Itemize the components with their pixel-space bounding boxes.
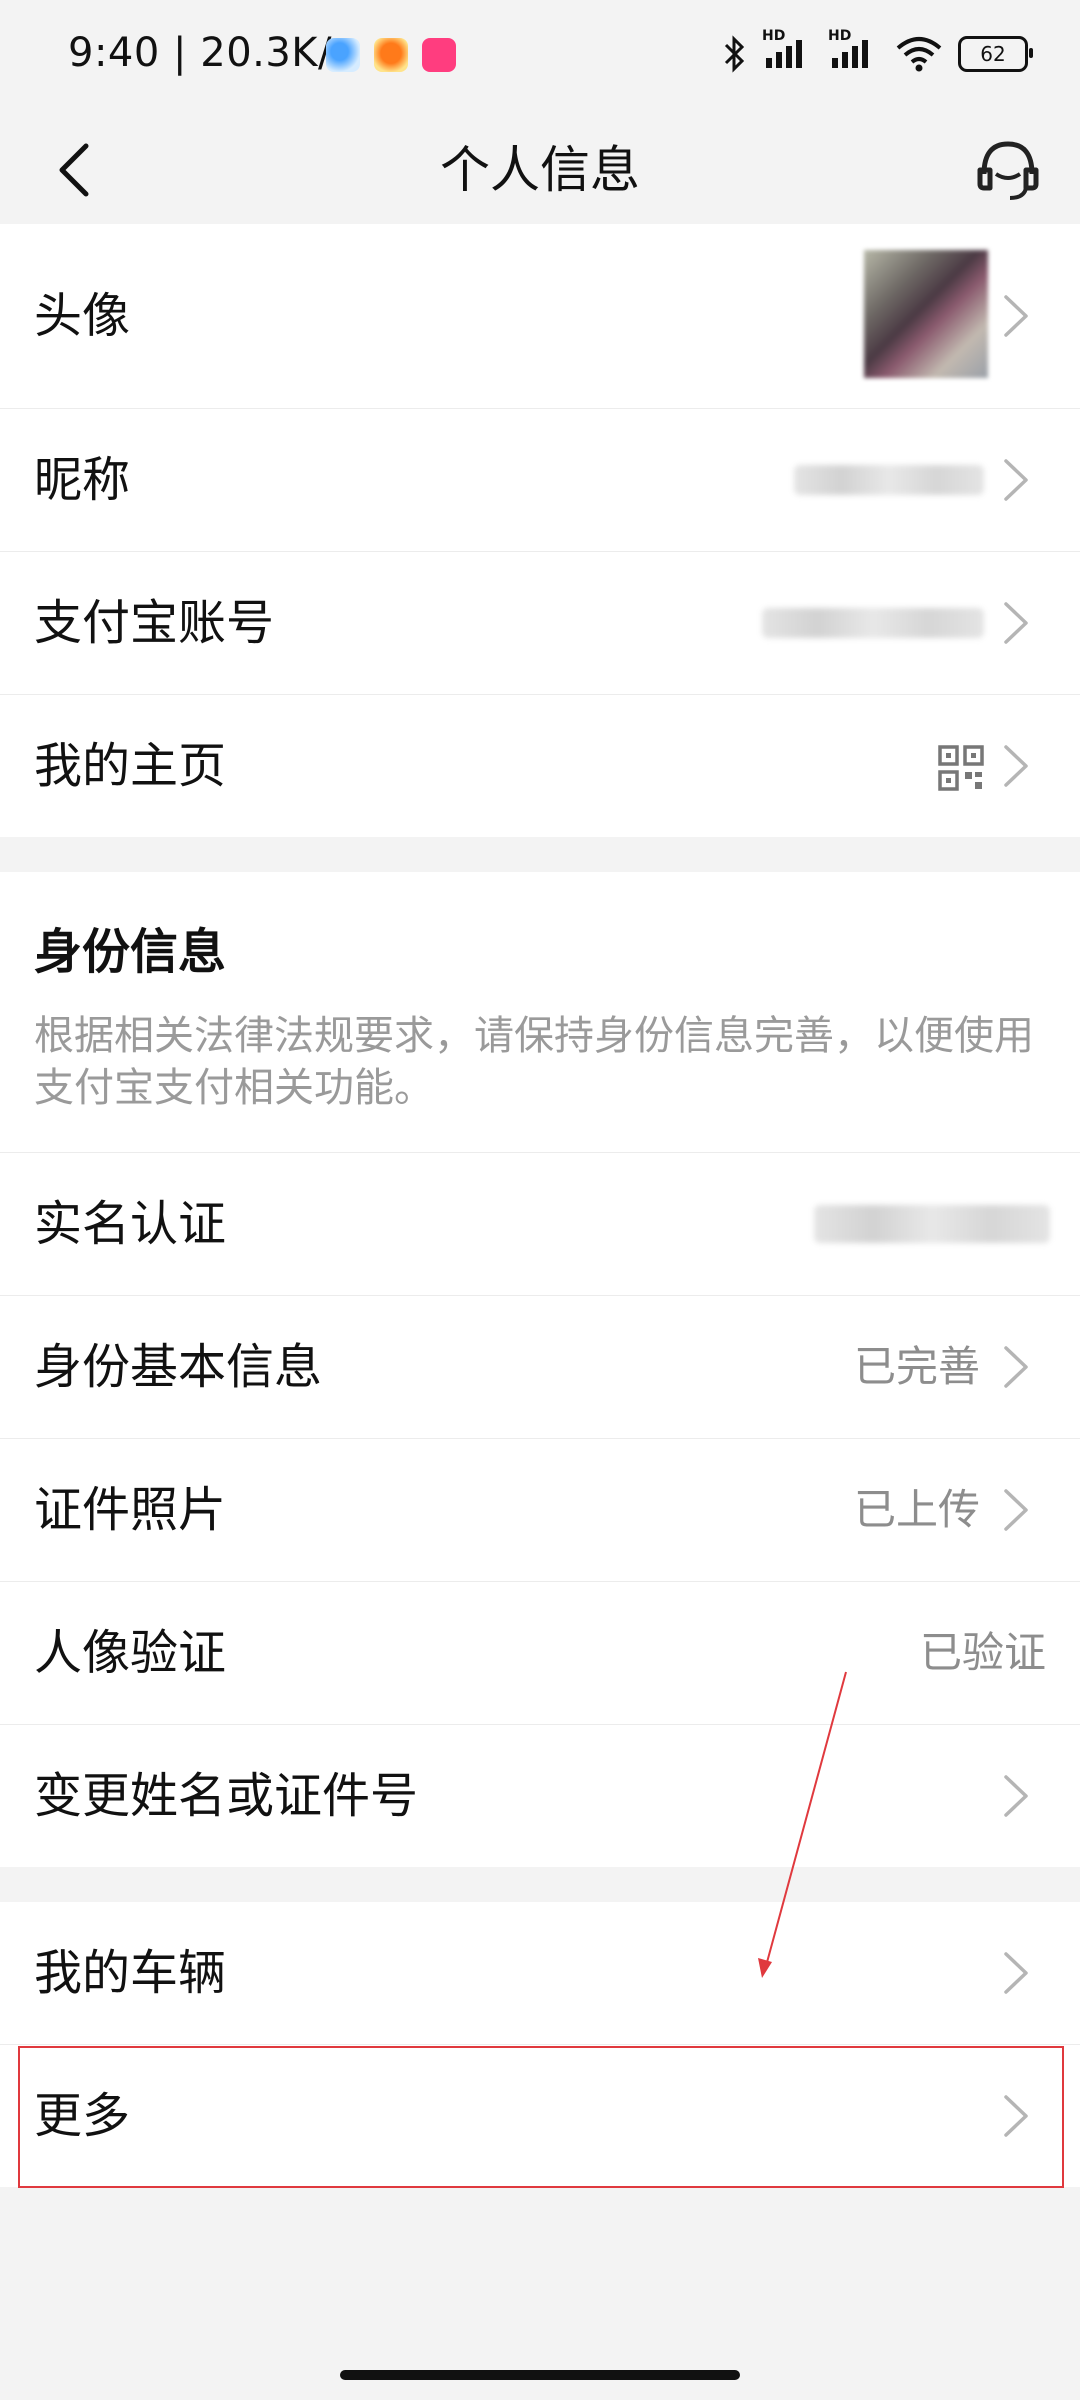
row-label: 头像 — [34, 288, 131, 344]
chevron-right-icon — [1004, 602, 1028, 644]
battery-level: 62 — [980, 42, 1006, 66]
battery-icon: 62 — [958, 36, 1033, 72]
nickname-value-blurred — [794, 465, 984, 495]
chevron-right-icon — [1004, 1489, 1028, 1531]
change-name-or-id-row[interactable]: 变更姓名或证件号 — [0, 1725, 1080, 1867]
my-vehicles-row[interactable]: 我的车辆 — [0, 1902, 1080, 2045]
row-label: 身份基本信息 — [34, 1339, 323, 1395]
row-label: 变更姓名或证件号 — [34, 1768, 419, 1824]
row-label: 实名认证 — [34, 1196, 227, 1252]
qr-code-icon — [938, 745, 984, 791]
identity-header: 身份信息 根据相关法律法规要求，请保持身份信息完善，以便使用支付宝支付相关功能。 — [0, 872, 1080, 1153]
home-indicator[interactable] — [340, 2370, 740, 2380]
annotation-highlight-box — [18, 2046, 1064, 2188]
identity-group: 身份信息 根据相关法律法规要求，请保持身份信息完善，以便使用支付宝支付相关功能。… — [0, 872, 1080, 1867]
row-value: 已完善 — [853, 1342, 980, 1391]
chevron-right-icon — [1004, 459, 1028, 501]
bluetooth-icon — [724, 35, 745, 73]
avatar-row[interactable]: 头像 — [0, 224, 1080, 409]
homepage-row[interactable]: 我的主页 — [0, 695, 1080, 837]
profile-group: 头像 昵称 支付宝账号 我的主页 — [0, 224, 1080, 837]
nickname-row[interactable]: 昵称 — [0, 409, 1080, 552]
section-description: 根据相关法律法规要求，请保持身份信息完善，以便使用支付宝支付相关功能。 — [34, 1013, 1034, 1111]
row-value: 已验证 — [919, 1628, 1046, 1677]
nav-bar: 个人信息 — [0, 116, 1080, 224]
chevron-right-icon — [1004, 1952, 1028, 1994]
status-app-icons — [326, 38, 456, 72]
app-notification-icon — [422, 38, 456, 72]
row-label: 我的主页 — [34, 738, 227, 794]
row-label: 我的车辆 — [34, 1945, 227, 2001]
row-label: 证件照片 — [34, 1482, 227, 1538]
identity-basic-info-row[interactable]: 身份基本信息 已完善 — [0, 1296, 1080, 1439]
headset-icon[interactable] — [966, 126, 1050, 210]
app-notification-icon — [326, 38, 360, 72]
account-value-blurred — [762, 608, 984, 638]
chevron-right-icon — [1004, 295, 1028, 337]
row-label: 人像验证 — [34, 1625, 227, 1681]
signal-2: HD — [828, 28, 880, 76]
status-time: 9:40 | 20.3K/s — [68, 30, 354, 76]
chevron-right-icon — [1004, 1346, 1028, 1388]
real-name-auth-row[interactable]: 实名认证 — [0, 1153, 1080, 1296]
page-title: 个人信息 — [440, 141, 640, 199]
chevron-right-icon — [1004, 1775, 1028, 1817]
signal-1: HD — [762, 28, 814, 76]
status-bar: 9:40 | 20.3K/s HD HD 62 — [0, 0, 1080, 116]
chevron-right-icon — [1004, 745, 1028, 787]
row-label: 支付宝账号 — [34, 595, 275, 651]
section-title: 身份信息 — [34, 924, 227, 980]
avatar[interactable] — [864, 250, 988, 378]
alipay-account-row[interactable]: 支付宝账号 — [0, 552, 1080, 695]
row-label: 昵称 — [34, 452, 131, 508]
face-verification-row[interactable]: 人像验证 已验证 — [0, 1582, 1080, 1725]
row-value: 已上传 — [853, 1485, 980, 1534]
wifi-icon — [896, 37, 942, 72]
id-photo-row[interactable]: 证件照片 已上传 — [0, 1439, 1080, 1582]
real-name-value-blurred — [814, 1205, 1050, 1243]
status-indicators: HD HD 62 — [722, 28, 1033, 76]
app-notification-icon — [374, 38, 408, 72]
